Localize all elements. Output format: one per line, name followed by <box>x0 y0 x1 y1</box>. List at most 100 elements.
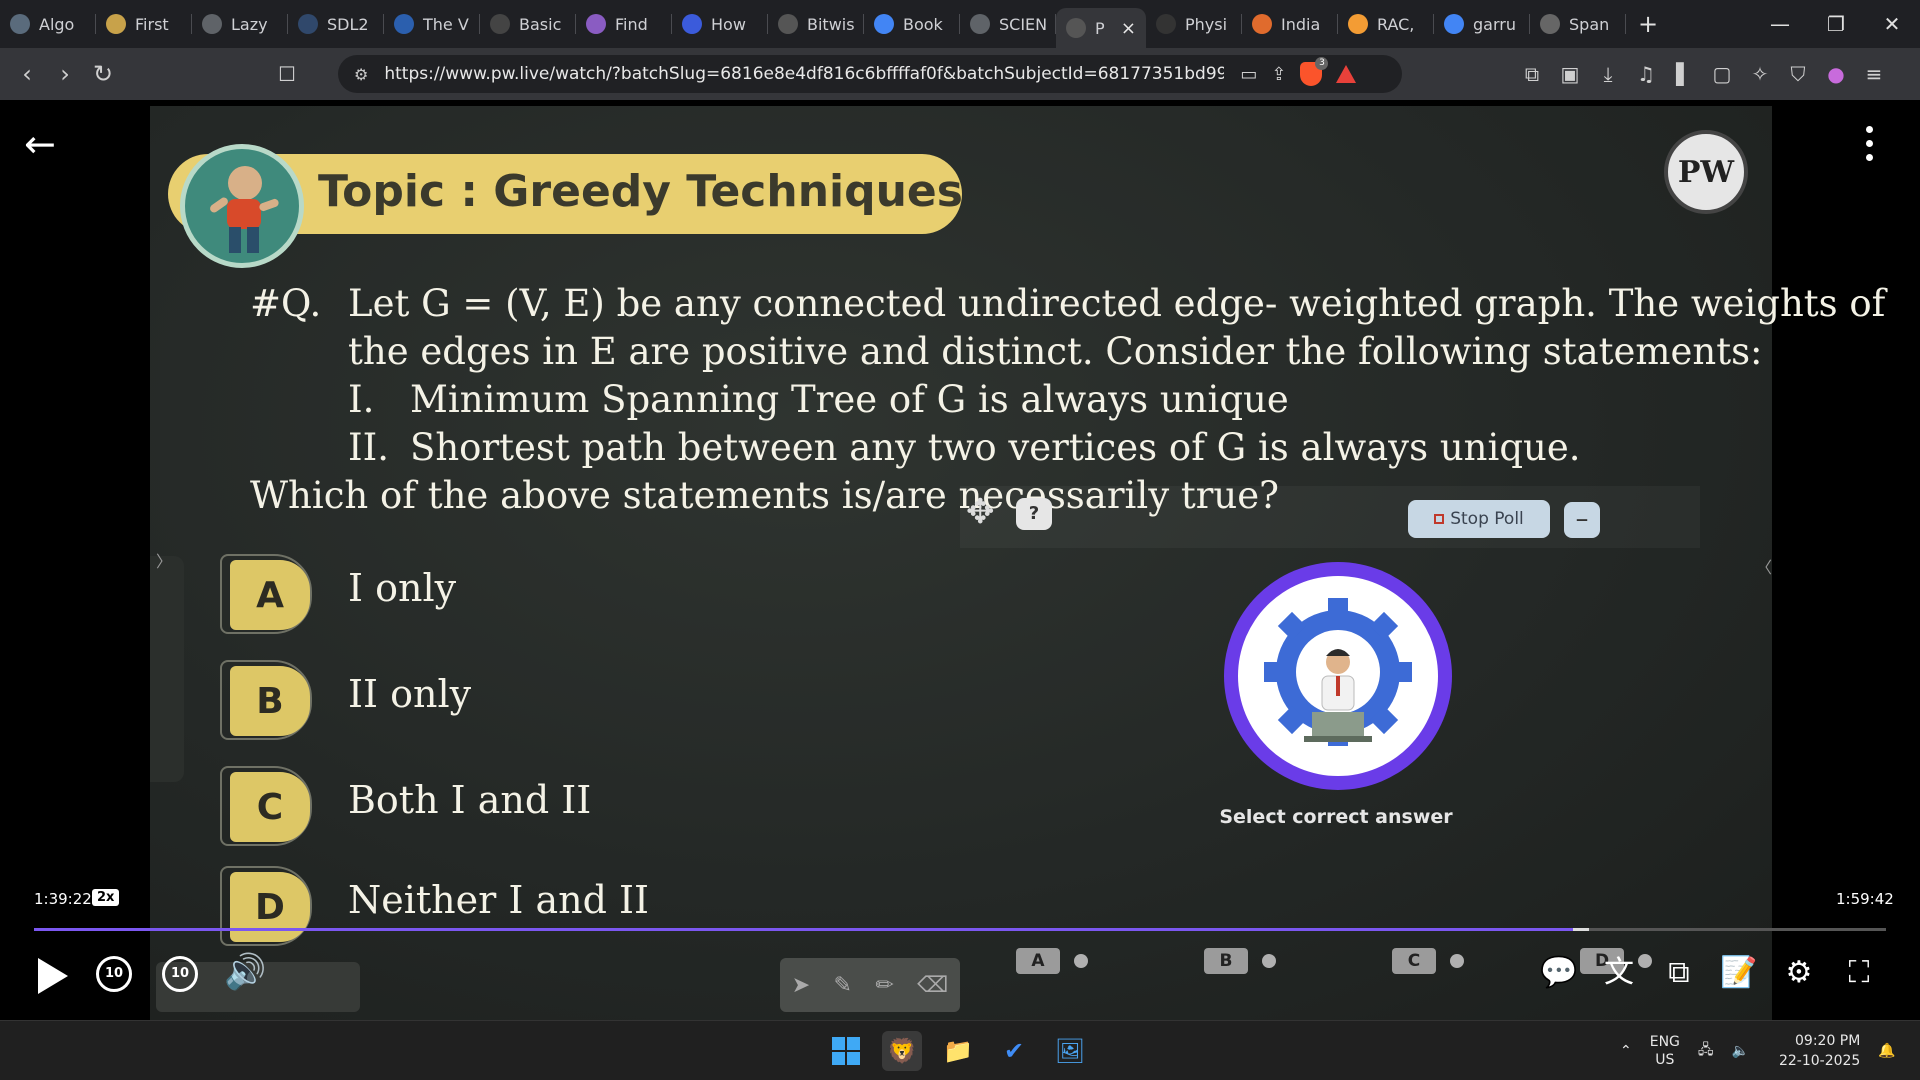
restore-window-icon[interactable]: ❐ <box>1808 12 1864 36</box>
network-icon[interactable]: 🖧 <box>1698 1039 1714 1063</box>
progress-buffered <box>1573 928 1589 931</box>
chevron-up-icon[interactable]: ⌃ <box>1620 1043 1632 1059</box>
browser-tab[interactable]: The V <box>384 0 480 48</box>
browser-tab[interactable]: Lazy <box>192 0 288 48</box>
poll-answer-key: B <box>1204 948 1248 974</box>
playback-speed-badge[interactable]: 2x <box>92 889 120 906</box>
back-arrow-icon[interactable]: ← <box>24 122 56 166</box>
vpn-icon[interactable]: ⛉ <box>1784 62 1812 86</box>
chevron-left-icon[interactable]: 〈 <box>1756 554 1772 578</box>
extensions-icon[interactable]: ⧉ <box>1518 62 1546 86</box>
new-tab-button[interactable]: + <box>1626 10 1670 38</box>
chevron-right-icon[interactable]: 〉 <box>156 548 172 572</box>
more-options-icon[interactable] <box>1866 126 1874 161</box>
reload-icon[interactable]: ↻ <box>84 60 122 88</box>
browser-tab[interactable]: P × <box>1056 8 1146 48</box>
video-player[interactable]: ← Topic : Greedy Techniques PW #Q. Let G … <box>0 100 1920 1020</box>
browser-tab[interactable]: First <box>96 0 192 48</box>
browser-tab[interactable]: Bitwis <box>768 0 864 48</box>
file-explorer-icon[interactable]: 📁 <box>938 1031 978 1071</box>
back-nav-icon[interactable]: ‹ <box>8 60 46 88</box>
browser-tab[interactable]: India <box>1242 0 1338 48</box>
clock[interactable]: 09:20 PM 22-10-2025 <box>1779 1031 1860 1071</box>
poll-answer-a[interactable]: A <box>1016 948 1088 974</box>
tab-label: P <box>1095 18 1105 38</box>
bookmark-icon[interactable]: ☐ <box>272 62 302 86</box>
share-icon[interactable]: ⇪ <box>1271 64 1286 85</box>
close-window-icon[interactable]: ✕ <box>1864 12 1920 36</box>
todo-icon[interactable]: ✔ <box>994 1031 1034 1071</box>
brain-icon <box>586 14 606 34</box>
wallet-icon[interactable]: ▢ <box>1708 62 1736 86</box>
lang-top: ENG <box>1649 1034 1680 1050</box>
browser-tab[interactable]: Basic <box>480 0 576 48</box>
poll-answer-b[interactable]: B <box>1204 948 1276 974</box>
openai-icon <box>1540 14 1560 34</box>
download-icon[interactable]: ⤓ <box>1594 62 1622 86</box>
system-tray: ⌃ ENG US 🖧 🔈 09:20 PM 22-10-2025 🔔 <box>1620 1031 1896 1071</box>
language-indicator[interactable]: ENG US <box>1650 1033 1680 1069</box>
option-a: A I only <box>220 554 820 634</box>
tab-label: How <box>711 14 746 34</box>
browser-tab[interactable]: Find <box>576 0 672 48</box>
statement-2-number: II. <box>348 426 389 469</box>
brave-browser-icon[interactable]: 🦁 <box>882 1031 922 1071</box>
browser-tab[interactable]: How <box>672 0 768 48</box>
browser-tab[interactable]: Book <box>864 0 960 48</box>
browser-tab[interactable]: Span <box>1530 0 1626 48</box>
pointer-icon: ➤ <box>791 972 811 998</box>
browser-tab[interactable]: SDL2 <box>288 0 384 48</box>
volume-icon[interactable]: 🔊 <box>224 952 266 992</box>
tab-label: India <box>1281 14 1321 34</box>
profile-avatar-icon[interactable]: ● <box>1822 62 1850 86</box>
google-icon <box>1444 14 1464 34</box>
question-text: #Q. Let G = (V, E) be any connected undir… <box>250 280 1885 520</box>
notes-icon[interactable]: 📝 <box>1718 952 1760 994</box>
option-key: B <box>230 666 310 736</box>
notification-bell-icon[interactable]: 🔔 <box>1878 1043 1895 1059</box>
tab-label: First <box>135 14 169 34</box>
tab-close-icon[interactable]: × <box>1121 18 1136 39</box>
menu-icon[interactable]: ≡ <box>1860 62 1888 86</box>
speaker-icon[interactable]: 🔈 <box>1732 1043 1749 1059</box>
progress-bar[interactable] <box>34 928 1886 931</box>
browser-tab[interactable]: Algo <box>0 0 96 48</box>
poll-answer-c[interactable]: C <box>1392 948 1464 974</box>
browser-tab[interactable]: Physi <box>1146 0 1242 48</box>
minimize-window-icon[interactable]: — <box>1752 12 1808 36</box>
question-line-1: Let G = (V, E) be any connected undirect… <box>348 282 1886 325</box>
chat-icon[interactable]: 💬 <box>1538 952 1580 994</box>
windows-start-icon[interactable] <box>826 1031 866 1071</box>
settings-gear-icon[interactable]: ⚙ <box>1778 952 1820 994</box>
omnibox[interactable]: ⚙ https://www.pw.live/watch/?batchSlug=6… <box>338 55 1402 93</box>
site-settings-icon[interactable]: ⚙ <box>354 65 368 84</box>
duration: 1:59:42 <box>1836 890 1894 908</box>
flag-icon <box>1252 14 1272 34</box>
music-icon[interactable]: ♫ <box>1632 62 1660 86</box>
browser-tab-strip: Algo First Lazy SDL2 The V Basic Find How Bitwis… <box>0 0 1920 48</box>
option-text: Neither I and II <box>348 878 650 922</box>
cast-icon[interactable]: ▭ <box>1240 64 1257 85</box>
rewind-10-icon[interactable]: 10 <box>96 956 132 992</box>
tab-label: The V <box>423 14 469 34</box>
sidebar-icon[interactable]: ▌ <box>1670 62 1698 86</box>
leo-ai-icon[interactable]: ✧ <box>1746 62 1774 86</box>
side-panel-tab[interactable] <box>150 556 184 782</box>
brave-shields-icon[interactable]: 3 <box>1300 57 1329 86</box>
fullscreen-icon[interactable]: ⛶ <box>1838 952 1880 994</box>
translate-icon[interactable]: 文 <box>1598 952 1640 994</box>
forward-nav-icon[interactable]: › <box>46 60 84 88</box>
browser-tab[interactable]: SCIEN <box>960 0 1056 48</box>
reader-icon[interactable]: ▣ <box>1556 62 1584 86</box>
browser-tab[interactable]: garru <box>1434 0 1530 48</box>
tab-label: Basic <box>519 14 562 34</box>
option-d: D Neither I and II <box>220 866 820 946</box>
forward-10-icon[interactable]: 10 <box>162 956 198 992</box>
browser-tab[interactable]: RAC, <box>1338 0 1434 48</box>
picture-in-picture-icon[interactable]: ⧉ <box>1658 952 1700 994</box>
shield-count-badge: 3 <box>1315 57 1329 70</box>
photos-icon[interactable]: 🖼 <box>1050 1031 1090 1071</box>
brave-rewards-icon[interactable] <box>1336 65 1357 83</box>
url-text[interactable]: https://www.pw.live/watch/?batchSlug=681… <box>384 64 1224 84</box>
play-icon[interactable] <box>38 958 68 994</box>
